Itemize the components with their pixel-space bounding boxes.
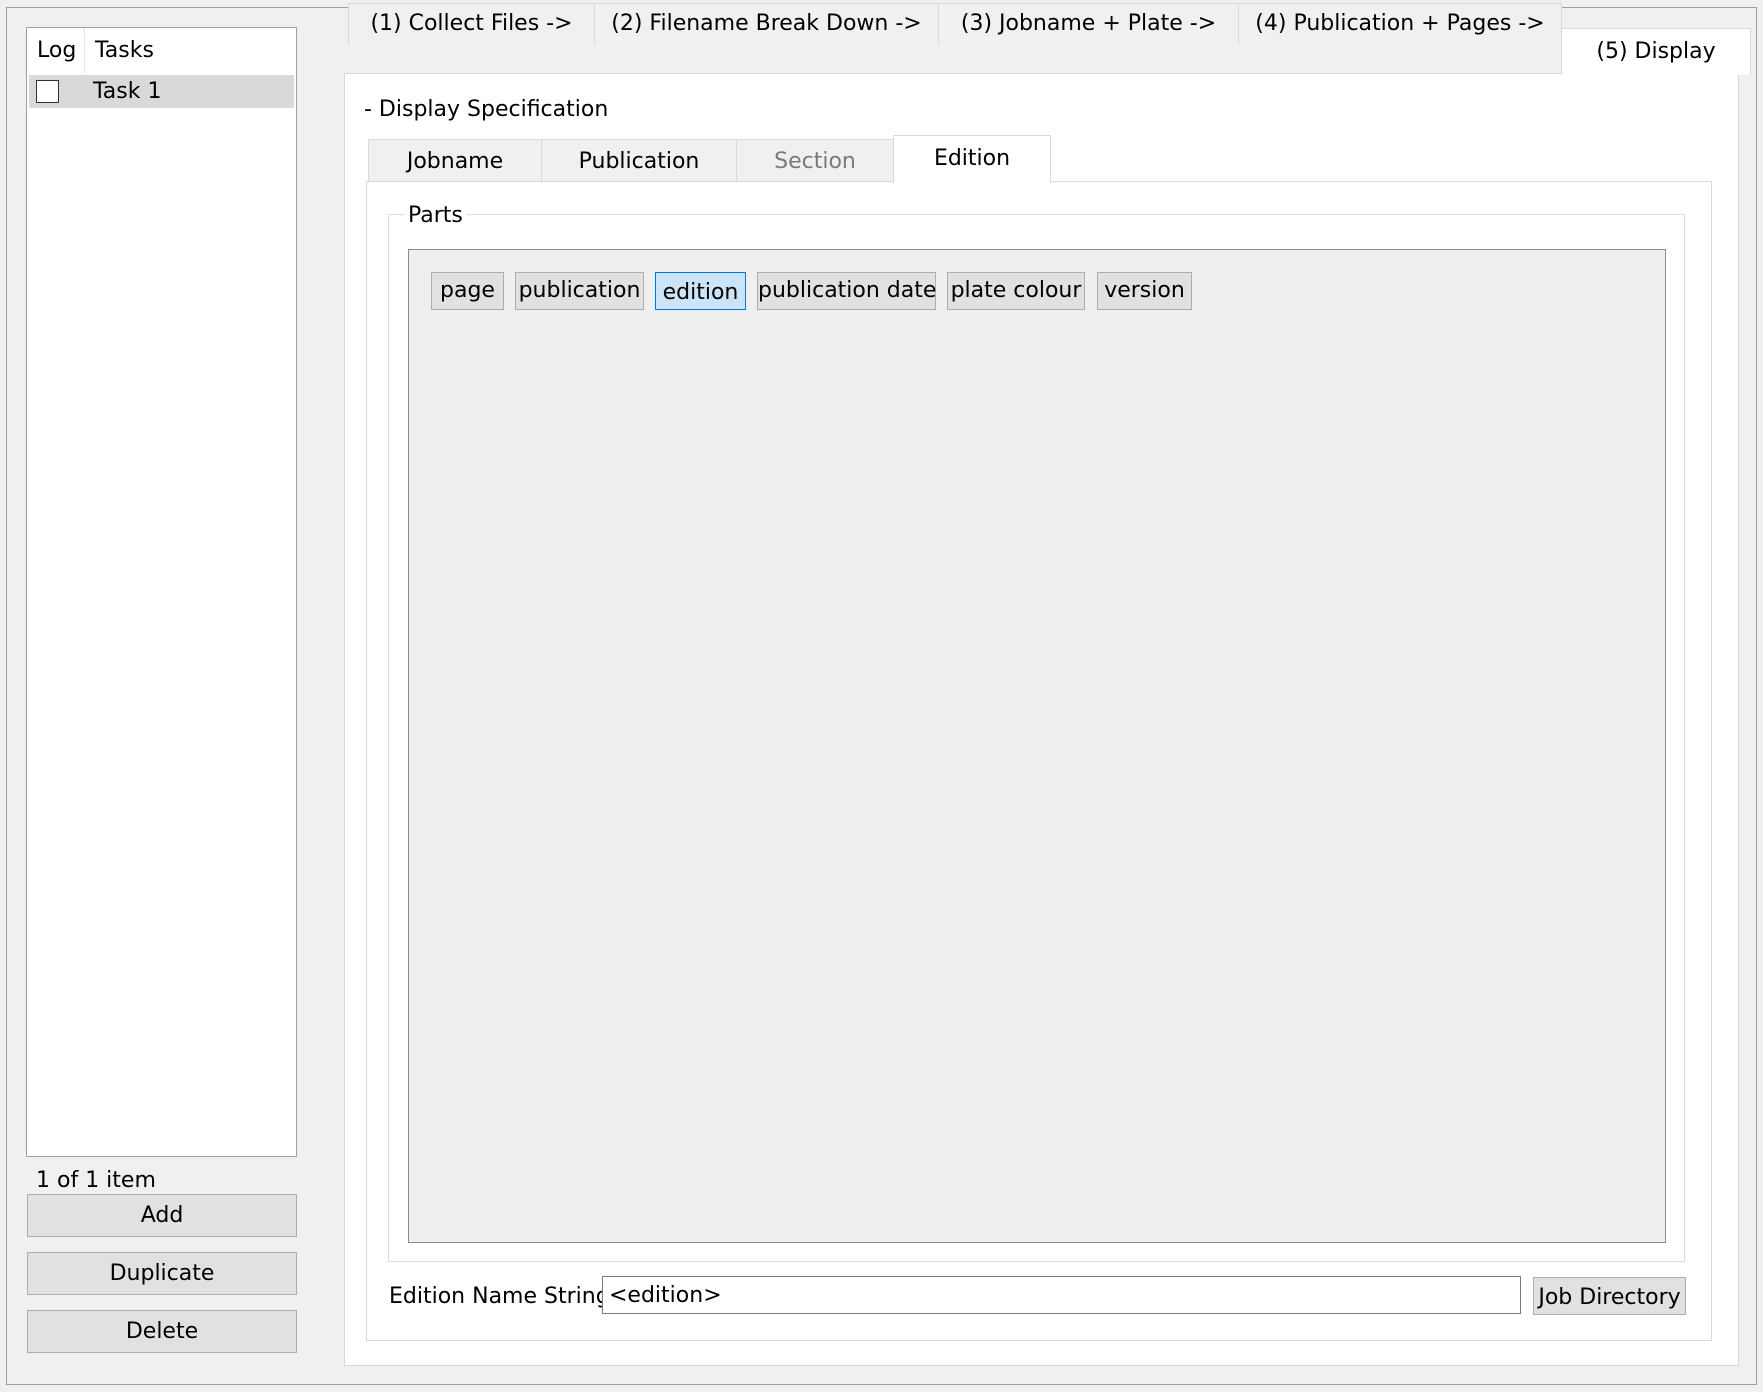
delete-button[interactable]: Delete: [27, 1310, 297, 1353]
edition-name-string-input[interactable]: [602, 1276, 1521, 1314]
display-specification-title[interactable]: - Display Specification: [364, 95, 608, 125]
item-count: 1 of 1 item: [36, 1168, 156, 1193]
task-row-label: Task 1: [93, 79, 162, 104]
column-header-log[interactable]: Log: [27, 28, 85, 73]
tab-filename-break-down[interactable]: (2) Filename Break Down ->: [594, 3, 939, 45]
tab-publication[interactable]: Publication: [541, 139, 737, 181]
add-button[interactable]: Add: [27, 1194, 297, 1237]
part-chip-plate-colour[interactable]: plate colour: [947, 272, 1085, 310]
tab-edition[interactable]: Edition: [893, 135, 1051, 183]
task-row[interactable]: Task 1: [29, 75, 294, 108]
task-log-checkbox[interactable]: [36, 80, 59, 103]
duplicate-button[interactable]: Duplicate: [27, 1252, 297, 1295]
tab-display[interactable]: (5) Display: [1561, 28, 1751, 75]
tab-jobname-plate[interactable]: (3) Jobname + Plate ->: [938, 3, 1239, 45]
part-chip-version[interactable]: version: [1097, 272, 1192, 310]
part-chip-publication-date[interactable]: publication date: [757, 272, 936, 310]
parts-group-label: Parts: [405, 202, 466, 230]
column-header-tasks[interactable]: Tasks: [86, 28, 296, 73]
part-chip-page[interactable]: page: [431, 272, 504, 310]
parts-area[interactable]: [408, 249, 1666, 1243]
part-chip-publication[interactable]: publication: [515, 272, 644, 310]
tab-publication-pages[interactable]: (4) Publication + Pages ->: [1238, 3, 1562, 45]
part-chip-edition[interactable]: edition: [655, 272, 746, 310]
tab-collect-files[interactable]: (1) Collect Files ->: [348, 3, 595, 45]
task-list-header: Log Tasks: [27, 28, 296, 73]
edition-name-string-label: Edition Name String:: [389, 1284, 618, 1309]
task-list[interactable]: Log Tasks Task 1: [26, 27, 297, 1157]
tab-jobname[interactable]: Jobname: [368, 139, 542, 181]
tab-section[interactable]: Section: [736, 139, 894, 181]
job-directory-button[interactable]: Job Directory: [1533, 1277, 1686, 1315]
